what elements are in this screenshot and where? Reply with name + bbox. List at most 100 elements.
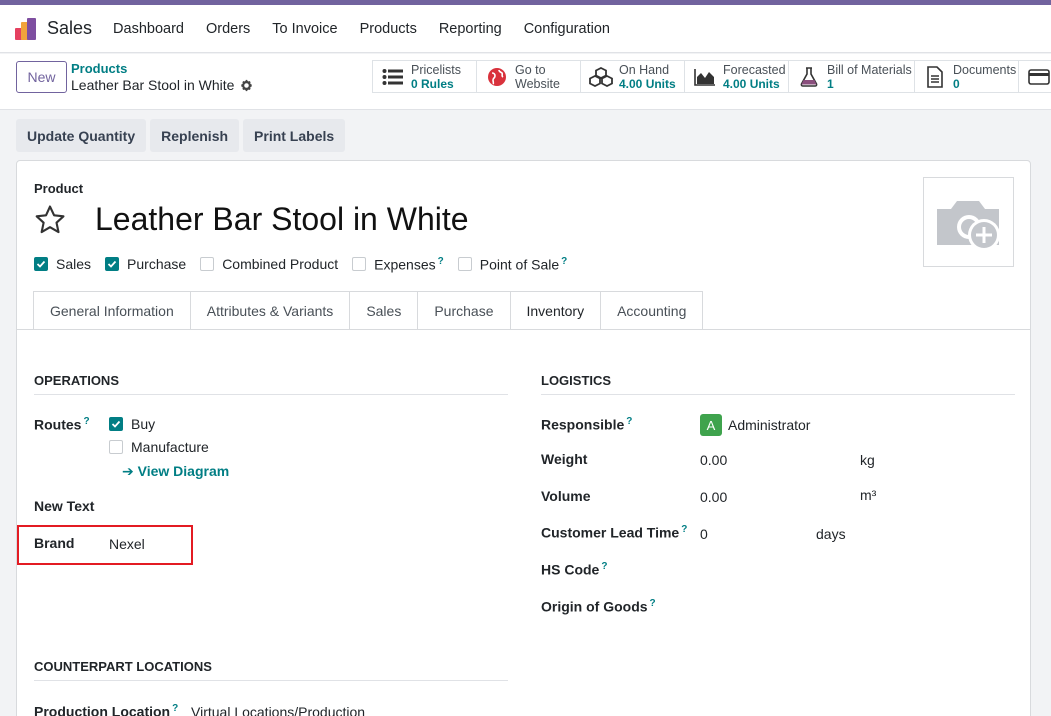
point-of-sale-checkbox[interactable]	[457, 257, 472, 272]
weight-label: Weight	[541, 451, 588, 467]
replenish-button[interactable]: Replenish	[150, 119, 240, 152]
pricelists-label: Pricelists	[411, 62, 462, 77]
document-icon	[923, 65, 947, 89]
favorite-star-icon[interactable]	[33, 203, 67, 240]
origin-label-wrap: Origin of Goods?	[541, 598, 656, 615]
production-location-label: Production Location	[34, 703, 171, 716]
operations-section-title: OPERATIONS	[34, 373, 508, 395]
logistics-section-title: LOGISTICS	[541, 373, 1015, 395]
update-quantity-button[interactable]: Update Quantity	[16, 119, 147, 152]
pricelists-value: 0 Rules	[411, 76, 454, 91]
cubes-icon	[589, 65, 613, 89]
responsible-value: Administrator	[728, 417, 811, 433]
lead-time-unit: days	[816, 526, 846, 542]
form-sheet: Product Leather Bar Stool in White Sales…	[16, 160, 1031, 716]
new-button[interactable]: New	[16, 61, 67, 93]
volume-unit: m³	[860, 487, 877, 503]
menu-configuration[interactable]: Configuration	[513, 21, 621, 37]
website-value: Website	[515, 76, 560, 91]
route-buy-checkbox[interactable]	[109, 417, 123, 431]
forecasted-label: Forecasted	[723, 62, 786, 77]
more-smart-button[interactable]	[1018, 60, 1051, 93]
lead-time-label: Customer Lead Time	[541, 524, 680, 541]
status-action-bar: Update Quantity Replenish Print Labels	[16, 119, 346, 152]
point-of-sale-checkbox-label: Point of Sale	[479, 256, 560, 273]
routes-label: Routes	[34, 416, 82, 433]
product-options-row: Sales Purchase Combined Product Expenses…	[34, 256, 581, 273]
route-manufacture-checkbox[interactable]	[109, 440, 123, 454]
website-smart-button[interactable]: Go to Website	[476, 60, 581, 93]
help-icon[interactable]: ?	[650, 598, 656, 609]
list-icon	[381, 65, 405, 89]
production-location-value[interactable]: Virtual Locations/Production	[191, 704, 365, 716]
combined-product-checkbox[interactable]	[200, 257, 215, 272]
documents-value: 0	[953, 76, 960, 91]
hs-code-label-wrap: HS Code?	[541, 561, 607, 578]
lead-time-input[interactable]: 0	[700, 526, 708, 542]
weight-input[interactable]: 0.00	[700, 452, 727, 468]
tab-inventory[interactable]: Inventory	[509, 291, 601, 330]
breadcrumb-products[interactable]: Products	[71, 61, 127, 76]
sales-app-icon[interactable]	[15, 17, 37, 40]
tab-attributes-variants[interactable]: Attributes & Variants	[189, 291, 350, 330]
responsible-label-wrap: Responsible?	[541, 416, 632, 433]
help-icon[interactable]: ?	[626, 416, 632, 427]
tab-general-information[interactable]: General Information	[33, 291, 190, 330]
view-diagram-link[interactable]: ➔ View Diagram	[122, 463, 229, 480]
flask-icon	[797, 65, 821, 89]
bom-smart-button[interactable]: Bill of Materials 1	[788, 60, 915, 93]
route-buy-label: Buy	[131, 416, 156, 432]
main-navbar: Sales Dashboard Orders To Invoice Produc…	[0, 5, 1051, 53]
control-panel: New Products Leather Bar Stool in White …	[0, 54, 1051, 110]
pos-label-wrap: Point of Sale?	[480, 256, 568, 273]
menu-orders[interactable]: Orders	[195, 21, 261, 37]
product-image-upload[interactable]	[923, 177, 1014, 267]
onhand-smart-button[interactable]: On Hand 4.00 Units	[580, 60, 685, 93]
volume-label: Volume	[541, 488, 591, 504]
purchase-checkbox[interactable]	[105, 257, 120, 272]
onhand-label: On Hand	[619, 62, 670, 77]
menu-products[interactable]: Products	[349, 21, 428, 37]
area-chart-icon	[693, 65, 717, 89]
new-text-label: New Text	[34, 498, 95, 514]
arrow-right-icon: ➔	[122, 463, 138, 479]
menu-dashboard[interactable]: Dashboard	[102, 21, 195, 37]
forecasted-smart-button[interactable]: Forecasted 4.00 Units	[684, 60, 789, 93]
brand-value[interactable]: Nexel	[109, 536, 145, 552]
help-icon[interactable]: ?	[172, 703, 178, 714]
documents-smart-button[interactable]: Documents 0	[914, 60, 1019, 93]
tab-purchase[interactable]: Purchase	[417, 291, 510, 330]
tab-sales[interactable]: Sales	[349, 291, 418, 330]
print-labels-button[interactable]: Print Labels	[243, 119, 346, 152]
expenses-checkbox-label: Expenses	[374, 256, 436, 273]
documents-label: Documents	[953, 62, 1017, 77]
camera-add-icon	[936, 201, 1000, 251]
notebook-tabs: General Information Attributes & Variant…	[33, 291, 704, 330]
tab-accounting[interactable]: Accounting	[600, 291, 704, 330]
menu-reporting[interactable]: Reporting	[428, 21, 513, 37]
gear-icon[interactable]	[240, 79, 253, 92]
origin-label: Origin of Goods	[541, 598, 648, 615]
credit-card-icon	[1027, 65, 1051, 89]
app-name[interactable]: Sales	[47, 18, 92, 39]
help-icon[interactable]: ?	[83, 416, 89, 427]
responsible-field[interactable]: A Administrator	[700, 414, 810, 436]
responsible-label: Responsible	[541, 416, 625, 433]
expenses-label-wrap: Expenses?	[374, 256, 444, 273]
menu-to-invoice[interactable]: To Invoice	[261, 21, 348, 37]
purchase-checkbox-label: Purchase	[127, 256, 187, 273]
help-icon[interactable]: ?	[561, 256, 567, 267]
help-icon[interactable]: ?	[438, 256, 444, 267]
help-icon[interactable]: ?	[681, 524, 687, 535]
expenses-checkbox[interactable]	[352, 257, 367, 272]
breadcrumb-current-label: Leather Bar Stool in White	[71, 77, 235, 93]
product-title[interactable]: Leather Bar Stool in White	[95, 201, 469, 238]
bom-value: 1	[827, 76, 834, 91]
pricelists-smart-button[interactable]: Pricelists 0 Rules	[372, 60, 477, 93]
route-buy-row: Buy	[109, 416, 155, 432]
help-icon[interactable]: ?	[601, 561, 607, 572]
view-diagram-label: View Diagram	[137, 463, 230, 479]
sales-checkbox-label: Sales	[56, 256, 92, 273]
volume-input[interactable]: 0.00	[700, 489, 727, 505]
sales-checkbox[interactable]	[34, 257, 48, 272]
